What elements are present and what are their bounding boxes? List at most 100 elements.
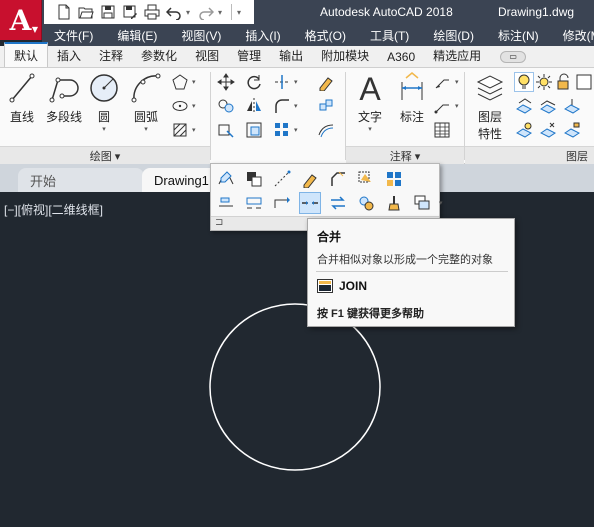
ribbon-minimize-toggle[interactable]: ▭ (500, 51, 527, 63)
dimension-tool[interactable]: 标注 (392, 70, 432, 125)
chevron-down-icon[interactable]: ▾ (192, 126, 196, 134)
overkill-icon[interactable] (411, 192, 433, 214)
chevron-down-icon[interactable]: ▾ (368, 125, 372, 133)
set-by-layer-icon[interactable] (355, 192, 377, 214)
line-tool[interactable]: 直线 (2, 70, 42, 125)
text-tool[interactable]: A 文字 ▾ (350, 70, 390, 133)
menu-view[interactable]: 视图(V) (181, 27, 221, 44)
chevron-down-icon[interactable]: ▾ (439, 199, 443, 207)
move-icon (217, 73, 235, 91)
undo-icon[interactable] (164, 3, 184, 21)
tab-parametric[interactable]: 参数化 (132, 44, 186, 67)
tab-start[interactable]: 开始 (18, 168, 144, 192)
table-tool[interactable] (432, 120, 452, 140)
layer-isolate-icon[interactable] (562, 96, 582, 116)
menu-dimension[interactable]: 标注(N) (498, 27, 539, 44)
redo-dropdown-icon[interactable]: ▾ (218, 8, 226, 17)
edit-polyline-icon[interactable] (215, 168, 237, 190)
layer-properties-tool[interactable]: 图层 特性 (470, 70, 510, 142)
layers-panel-footer[interactable]: 图层 (465, 146, 594, 164)
new-icon[interactable] (54, 3, 74, 21)
stretch-tool[interactable] (216, 120, 236, 140)
align-icon[interactable] (355, 168, 377, 190)
array-tool[interactable] (272, 120, 292, 140)
chevron-down-icon[interactable]: ▾ (294, 102, 298, 110)
tab-a360[interactable]: A360 (378, 47, 424, 67)
offset-tool[interactable] (316, 120, 336, 140)
application-menu-button[interactable]: A ▼ (0, 0, 42, 40)
arc-tool[interactable]: 圆弧 ▾ (126, 70, 166, 133)
open-icon[interactable] (76, 3, 96, 21)
chevron-down-icon[interactable]: ▾ (455, 78, 459, 86)
layer-lightbulb-icon[interactable] (514, 72, 534, 92)
chevron-down-icon[interactable]: ▾ (102, 125, 106, 133)
menu-file[interactable]: 文件(F) (54, 27, 93, 44)
layer-color-swatch[interactable] (574, 72, 594, 92)
saveas-icon[interactable] (120, 3, 140, 21)
hatch-tool[interactable] (170, 120, 190, 140)
leader-tool[interactable] (432, 72, 452, 92)
menu-format[interactable]: 格式(O) (305, 27, 346, 44)
chevron-down-icon[interactable]: ▾ (294, 126, 298, 134)
layer-prev-icon[interactable] (538, 96, 558, 116)
move-tool[interactable] (216, 72, 236, 92)
layer-lock2-icon[interactable] (562, 120, 582, 140)
undo-dropdown-icon[interactable]: ▾ (186, 8, 194, 17)
chevron-down-icon[interactable]: ▾ (455, 102, 459, 110)
tab-annotate[interactable]: 注释 (90, 44, 132, 67)
menu-draw[interactable]: 绘图(D) (433, 27, 474, 44)
redo-icon[interactable] (196, 3, 216, 21)
layer-match-icon[interactable] (514, 96, 534, 116)
chevron-down-icon[interactable]: ▾ (192, 78, 196, 86)
tab-view[interactable]: 视图 (186, 44, 228, 67)
scale-tool[interactable] (244, 120, 264, 140)
tab-insert[interactable]: 插入 (48, 44, 90, 67)
reverse-icon[interactable] (327, 192, 349, 214)
polygon-tool[interactable] (170, 72, 190, 92)
erase-alt-icon[interactable] (299, 168, 321, 190)
menu-insert[interactable]: 插入(I) (245, 27, 280, 44)
copy-tool[interactable] (216, 96, 236, 116)
ellipse-tool[interactable] (170, 96, 190, 116)
break-at-point-icon[interactable] (215, 192, 237, 214)
layer-lock-icon[interactable] (554, 72, 574, 92)
chevron-down-icon[interactable]: ▾ (192, 102, 196, 110)
layer-freeze-icon[interactable] (538, 120, 558, 140)
extend-icon[interactable] (271, 192, 293, 214)
tab-default[interactable]: 默认 (4, 42, 49, 67)
brush-icon[interactable] (383, 192, 405, 214)
array-edit-icon[interactable] (383, 168, 405, 190)
tab-addins[interactable]: 附加模块 (312, 44, 378, 67)
tab-manage[interactable]: 管理 (228, 44, 270, 67)
polyline-tool[interactable]: 多段线 (44, 70, 84, 125)
layer-off-icon[interactable] (514, 120, 534, 140)
chevron-down-icon[interactable]: ▾ (144, 125, 148, 133)
circle-tool[interactable]: 圆 ▾ (84, 70, 124, 133)
tab-output[interactable]: 输出 (270, 44, 312, 67)
fillet-tool[interactable] (272, 96, 292, 116)
menu-tools[interactable]: 工具(T) (370, 27, 409, 44)
viewport-controls[interactable]: [−][俯视][二维线框] (4, 201, 103, 218)
lengthen-icon[interactable] (271, 168, 293, 190)
chamfer-icon[interactable] (327, 168, 349, 190)
join-icon[interactable] (299, 192, 321, 214)
menu-modify[interactable]: 修改(M) (563, 27, 594, 44)
pin-icon[interactable]: ⊐ (215, 217, 223, 228)
menu-edit[interactable]: 编辑(E) (117, 27, 157, 44)
rotate-tool[interactable] (244, 72, 264, 92)
print-icon[interactable] (142, 3, 162, 21)
chevron-down-icon[interactable]: ▾ (294, 78, 298, 86)
erase-tool[interactable] (316, 72, 336, 92)
multileader-tool[interactable] (432, 96, 452, 116)
mirror-tool[interactable] (244, 96, 264, 116)
customize-qat-icon[interactable]: ▾ (237, 8, 245, 17)
draw-panel-footer[interactable]: 绘图 ▾ (0, 146, 210, 164)
save-icon[interactable] (98, 3, 118, 21)
trim-tool[interactable] (272, 72, 292, 92)
explode-tool[interactable] (316, 96, 336, 116)
draw-order-icon[interactable] (243, 168, 265, 190)
annotation-panel-footer[interactable]: 注释 ▾ (346, 146, 464, 164)
layer-sun-icon[interactable] (534, 72, 554, 92)
break-icon[interactable] (243, 192, 265, 214)
tab-featured-apps[interactable]: 精选应用 (424, 44, 490, 67)
